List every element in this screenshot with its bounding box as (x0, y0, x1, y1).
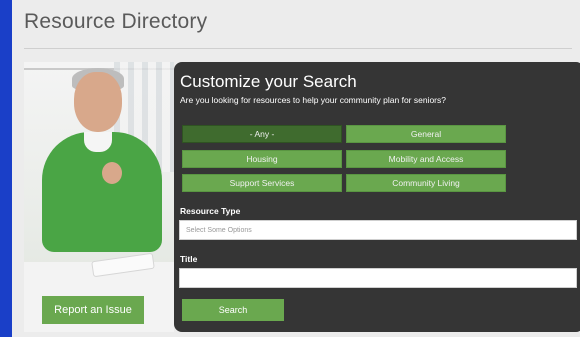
resource-type-select[interactable]: Select Some Options (179, 220, 577, 240)
resource-type-label: Resource Type (180, 206, 241, 216)
search-button[interactable]: Search (182, 299, 284, 321)
search-panel: Customize your Search Are you looking fo… (174, 62, 580, 332)
chip-support-services[interactable]: Support Services (182, 174, 342, 192)
page-title: Resource Directory (24, 10, 208, 33)
photo-person-collar (84, 132, 112, 152)
search-heading: Customize your Search (180, 72, 357, 91)
title-input[interactable] (179, 268, 577, 288)
report-issue-button[interactable]: Report an Issue (42, 296, 144, 324)
search-question: Are you looking for resources to help yo… (180, 95, 446, 105)
chip-community-living[interactable]: Community Living (346, 174, 506, 192)
hero-photo (24, 62, 174, 332)
chip-housing[interactable]: Housing (182, 150, 342, 168)
chip-mobility-and-access[interactable]: Mobility and Access (346, 150, 506, 168)
chip-any[interactable]: - Any - (182, 125, 342, 143)
page-frame: Resource Directory Report an Issue Custo… (12, 0, 580, 337)
photo-person-hand (102, 162, 122, 184)
title-label: Title (180, 254, 198, 264)
title-divider (24, 48, 572, 49)
photo-person-head (74, 72, 122, 132)
chip-general[interactable]: General (346, 125, 506, 143)
